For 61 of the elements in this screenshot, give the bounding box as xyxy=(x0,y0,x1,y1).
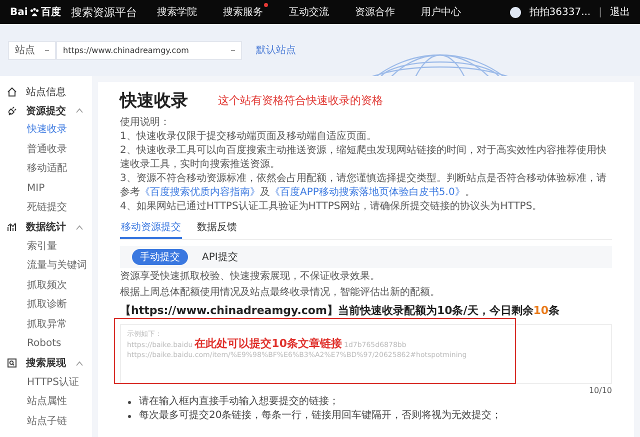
chart-icon xyxy=(7,222,17,232)
sidebar-item[interactable]: Robots xyxy=(0,334,92,354)
avatar-icon[interactable] xyxy=(510,6,522,18)
note-text: 资源享受快速抓取校验、快速搜索展现，不保证收录效果。 xyxy=(120,270,381,284)
logo-text: Bai xyxy=(10,6,28,18)
sidebar-item[interactable]: 站点子链 xyxy=(0,412,92,431)
paw-icon xyxy=(28,6,40,18)
bullet-icon xyxy=(128,400,131,404)
usage-item: 1、快速收录仅限于提交移动端页面及移动端自适应页面。 xyxy=(120,130,378,144)
sidebar-item[interactable]: 移动适配 xyxy=(0,159,92,178)
sidebar-item[interactable]: 站点属性 xyxy=(0,392,92,412)
nav-link[interactable]: 搜索学院 xyxy=(156,4,197,20)
quota-text: 【https://www.chinadreamgy.com】当前快速收录配额为10条/天，今日剩余10条 xyxy=(120,303,561,318)
usage-item: 3、资源不符合移动资源标准，依然会占用配额，请您谨慎选择提交类型。判断站点是否符合移动体验标准，请参考《百度搜索优质内容指南》及《百度APP移动搜索落地页体验白皮书5.0》。 xyxy=(120,172,608,200)
tab[interactable]: 数据反馈 xyxy=(196,217,238,239)
sidebar-item[interactable]: 抓取频次 xyxy=(0,276,92,295)
bullet-icon xyxy=(128,414,131,418)
guide-link[interactable]: 《百度APP移动搜索落地页体验白皮书5.0》 xyxy=(270,187,465,198)
sidebar-group[interactable]: 数据统计 xyxy=(0,218,92,236)
sidebar-group[interactable]: 搜索展现 xyxy=(0,354,92,372)
nav-link[interactable]: 搜索服务 xyxy=(222,4,263,20)
bullet-text: 每次最多可提交20条链接，每条一行，链接用回车键隔开，否则将视为无效提交； xyxy=(139,409,502,423)
sidebar-group[interactable]: 资源提交 xyxy=(0,101,92,120)
plug-icon xyxy=(7,106,17,116)
sidebar-item[interactable]: 死链提交 xyxy=(0,198,92,218)
sidebar-item[interactable]: 抓取异常 xyxy=(0,314,92,334)
nav-link[interactable]: 资源合作 xyxy=(354,4,395,20)
page-title: 快速收录 xyxy=(120,90,188,112)
subtab[interactable]: 手动提交 xyxy=(132,249,188,265)
sidebar-item[interactable]: 站点信息 xyxy=(0,82,92,101)
sidebar-item[interactable]: MIP xyxy=(0,178,92,198)
site-dropdown[interactable]: https://www.chinadreamgy.com xyxy=(56,40,242,60)
home-icon xyxy=(7,86,17,96)
sidebar-item[interactable]: 抓取诊断 xyxy=(0,295,92,314)
default-site-link[interactable]: 默认站点 xyxy=(256,43,296,57)
sidebar-item[interactable]: HTTPS认证 xyxy=(0,372,92,392)
annotation-text: 这个站有资格符合快速收录的资格 xyxy=(218,92,383,108)
sidebar-item[interactable]: 流量与关键词 xyxy=(0,256,92,276)
usage-heading: 使用说明： xyxy=(120,116,171,130)
logo[interactable]: Bai 百度 xyxy=(10,5,61,19)
sidebar-item[interactable]: 索引量 xyxy=(0,236,92,256)
nav-link[interactable]: 互动交流 xyxy=(288,4,329,20)
sidebar-item[interactable]: 普通收录 xyxy=(0,140,92,159)
annotation-text: 在此处可以提交10条文章链接 xyxy=(194,337,342,350)
logo-text: 百度 xyxy=(40,5,61,19)
tab[interactable]: 移动资源提交 xyxy=(120,217,182,239)
search-icon xyxy=(7,358,17,368)
note-text: 根据上周总体配额使用情况及站点最终收录情况，智能评估出新的配额。 xyxy=(120,286,441,300)
usage-item: 2、快速收录工具可以向百度搜索主动推送资源，缩短爬虫发现网站链接的时间，对于高实效性内容推荐使用快速收录工具，实时向搜索推送资源。 xyxy=(120,144,608,172)
nav-link[interactable]: 搜索资源平台 xyxy=(70,4,137,20)
type-dropdown[interactable]: 站点 xyxy=(8,40,56,60)
separator: | xyxy=(598,6,602,18)
guide-link[interactable]: 《百度搜索优质内容指南》 xyxy=(140,187,260,198)
logout-link[interactable]: 退出 xyxy=(610,5,630,19)
user-name[interactable]: 拍拍36337... xyxy=(529,5,591,19)
nav-link[interactable]: 用户中心 xyxy=(420,4,461,20)
character-counter: 10/10 xyxy=(588,386,612,395)
usage-item: 4、如果网站已通过HTTPS认证工具验证为HTTPS网站，请确保所提交链接的协议头为HTTPS。 xyxy=(120,200,544,214)
subtab[interactable]: API提交 xyxy=(194,249,246,265)
sidebar-item[interactable]: 快速收录 xyxy=(0,120,92,140)
bullet-text: 请在输入框内直接手动输入想要提交的链接； xyxy=(139,395,339,409)
